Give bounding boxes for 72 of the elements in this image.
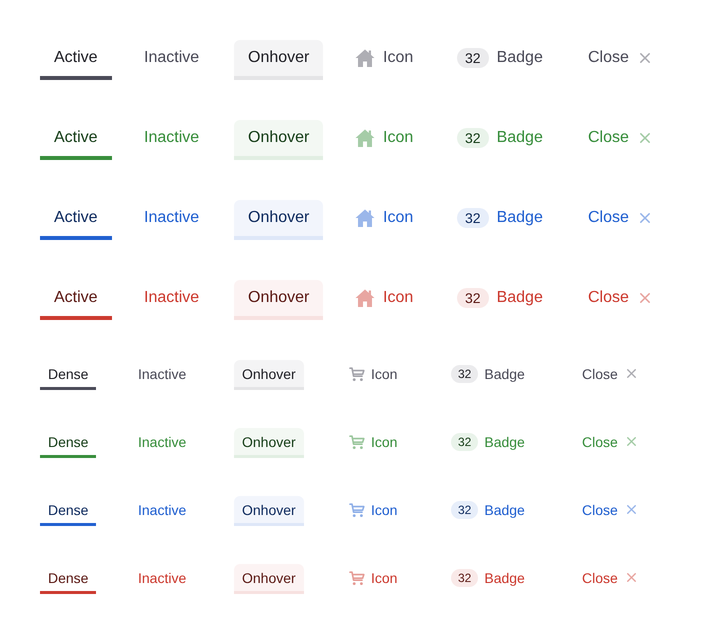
count-badge: 32 [451,568,478,586]
tab[interactable]: Close [574,496,644,526]
count-badge: 32 [451,432,478,450]
tab[interactable]: Close [574,428,644,458]
tab[interactable]: 32 Badge [443,496,533,526]
tab[interactable]: Icon [341,120,428,160]
tab[interactable]: Close [574,360,644,390]
tab[interactable]: 32 Badge [443,40,557,80]
tab[interactable]: Active [40,280,112,320]
tab[interactable]: Onhover [234,280,324,320]
tab[interactable]: Icon [341,428,406,458]
house-icon [355,48,375,68]
house-icon [355,208,375,228]
tab[interactable]: 32 Badge [443,564,533,594]
tab[interactable]: Active [40,200,112,240]
tab[interactable]: Inactive [130,280,214,320]
tab[interactable]: 32 Badge [443,360,533,390]
close-icon[interactable] [640,53,650,63]
count-badge: 32 [457,48,489,68]
close-icon[interactable] [626,437,636,446]
tab[interactable]: Inactive [130,120,214,160]
tab[interactable]: Inactive [130,564,194,594]
tab[interactable]: 32 Badge [443,200,557,240]
tab[interactable]: Dense [40,360,96,390]
count-badge: 32 [457,128,489,148]
house-icon [355,288,375,308]
tab[interactable]: Dense [40,496,96,526]
tab[interactable]: Close [574,564,644,594]
close-icon[interactable] [640,213,650,223]
tab[interactable]: Icon [341,564,406,594]
tab[interactable]: Icon [341,40,428,80]
close-icon[interactable] [640,293,650,303]
tab[interactable]: Close [574,280,664,320]
close-icon[interactable] [640,133,650,143]
count-badge: 32 [457,288,489,308]
cart-icon [349,570,365,586]
tab[interactable]: Close [574,120,664,160]
tab[interactable]: 32 Badge [443,428,533,458]
tab[interactable]: Icon [341,280,428,320]
tab[interactable]: Close [574,200,664,240]
count-badge: 32 [451,500,478,518]
tab[interactable]: Onhover [234,360,304,390]
tab[interactable]: Inactive [130,200,214,240]
tab[interactable]: Onhover [234,496,304,526]
count-badge: 32 [457,208,489,228]
house-icon [355,128,375,148]
tab[interactable]: Active [40,40,112,80]
tab[interactable]: Onhover [234,200,324,240]
tab[interactable]: Onhover [234,120,324,160]
tab[interactable]: Onhover [234,40,324,80]
close-icon[interactable] [626,369,636,378]
cart-icon [349,366,365,382]
tab[interactable]: Dense [40,428,96,458]
tab[interactable]: Onhover [234,428,304,458]
close-icon[interactable] [626,505,636,514]
tab[interactable]: Icon [341,360,406,390]
tab[interactable]: Dense [40,564,96,594]
tab[interactable]: Inactive [130,40,214,80]
tab[interactable]: Icon [341,200,428,240]
tab[interactable]: Inactive [130,428,194,458]
tab[interactable]: Inactive [130,496,194,526]
tab[interactable]: Close [574,40,664,80]
tab[interactable]: Active [40,120,112,160]
cart-icon [349,434,365,450]
count-badge: 32 [451,364,478,382]
tab[interactable]: 32 Badge [443,120,557,160]
tab[interactable]: 32 Badge [443,280,557,320]
tab[interactable]: Inactive [130,360,194,390]
close-icon[interactable] [626,573,636,582]
tab[interactable]: Onhover [234,564,304,594]
tab[interactable]: Icon [341,496,406,526]
cart-icon [349,502,365,518]
